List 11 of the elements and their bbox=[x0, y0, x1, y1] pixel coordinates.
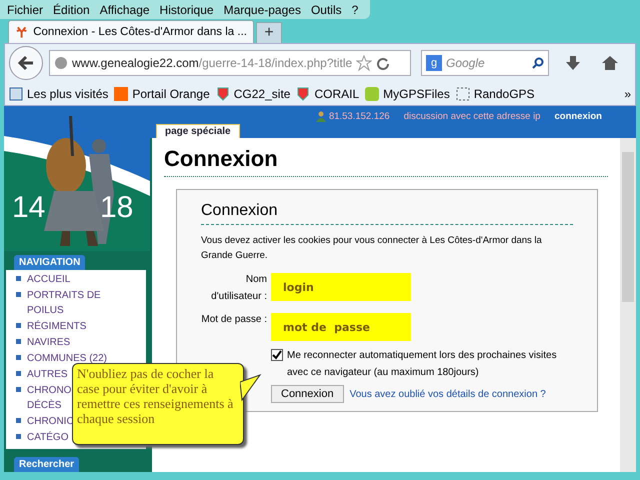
form-title: Connexion bbox=[201, 202, 573, 225]
checkbox-label: Me reconnecter automatiquement lors des prochaines visites avec ce navigateur (au maximum 180jours) bbox=[287, 349, 558, 380]
cookie-notice: Vous devez activer les cookies pour vous connecter à Les Côtes-d'Armor dans la Grande Guerre. bbox=[201, 234, 543, 263]
search-title: Rechercher bbox=[14, 457, 80, 472]
navigation-title: NAVIGATION bbox=[14, 255, 86, 270]
field-label: Mot de passe : bbox=[201, 313, 267, 327]
logo-number: 18 bbox=[100, 191, 134, 225]
reminder-tooltip: N'oubliez pas de cocher la case pour éviter d'avoir à remettre ces renseignements à chaque session bbox=[72, 363, 244, 445]
page-heading: Connexion bbox=[164, 146, 608, 177]
field-label: Nom d'utilisateur : bbox=[210, 273, 267, 304]
logo-number: 14 bbox=[12, 191, 46, 225]
